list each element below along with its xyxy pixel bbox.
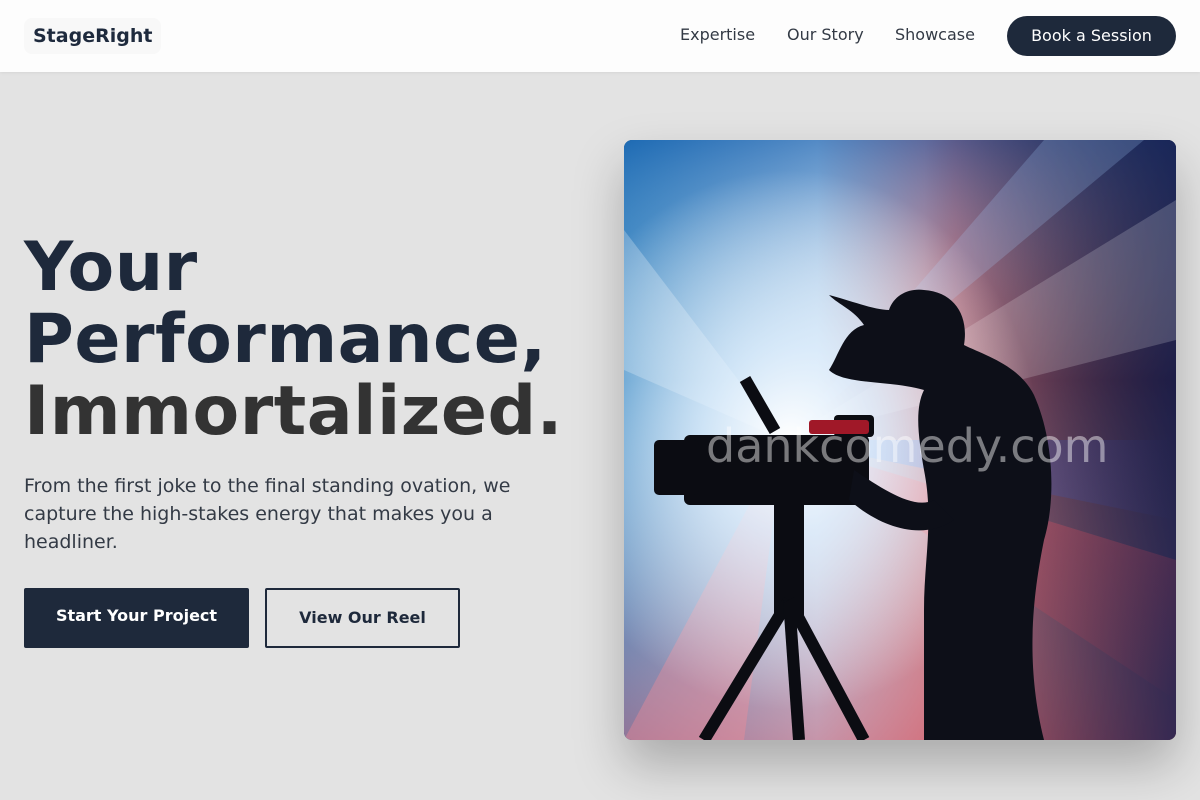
top-navbar: StageRight Expertise Our Story Showcase …: [0, 0, 1200, 72]
start-project-button[interactable]: Start Your Project: [24, 588, 249, 648]
nav-link-showcase[interactable]: Showcase: [895, 24, 975, 46]
hero-subtitle: From the first joke to the final standin…: [24, 475, 511, 553]
nav-link-expertise[interactable]: Expertise: [680, 24, 755, 46]
nav-link-our-story[interactable]: Our Story: [787, 24, 864, 46]
hero-title-line-3: Immortalized.: [24, 372, 563, 451]
hero-title-line-1: Your: [24, 228, 198, 307]
brand-logo[interactable]: StageRight: [24, 18, 162, 54]
camera-operator-photo-icon: [624, 140, 1176, 740]
hero-title: Your Performance, Immortalized.: [24, 232, 563, 448]
view-reel-button[interactable]: View Our Reel: [265, 588, 460, 648]
book-session-button[interactable]: Book a Session: [1007, 16, 1176, 56]
hero-title-line-2: Performance,: [24, 300, 547, 379]
hero-photo: dankcomedy.com: [624, 140, 1176, 740]
